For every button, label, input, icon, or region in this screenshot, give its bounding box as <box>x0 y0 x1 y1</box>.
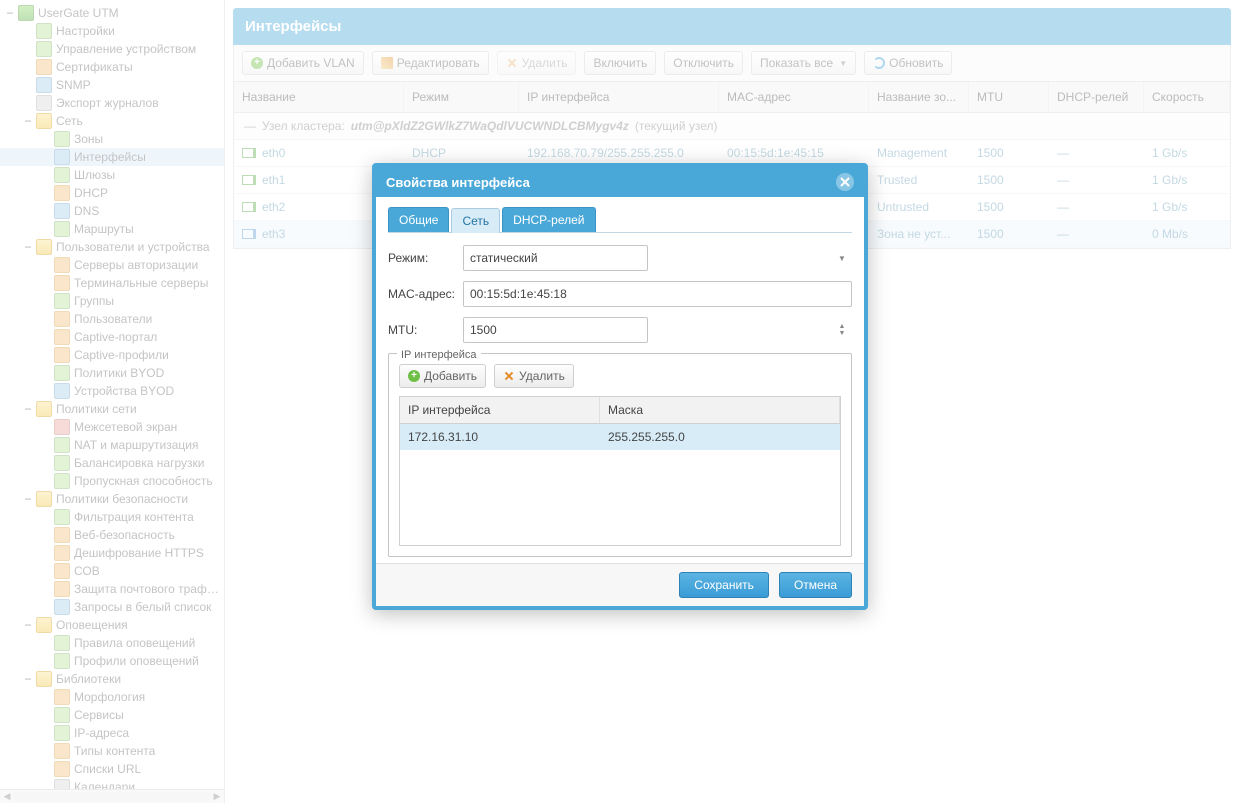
icol-mask[interactable]: Маска <box>600 397 840 423</box>
cancel-button[interactable]: Отмена <box>779 572 852 598</box>
tabbar: Общие Сеть DHCP-релей <box>388 207 852 233</box>
dialog-body: Общие Сеть DHCP-релей Режим: ▼ MAC-адрес… <box>376 197 864 563</box>
tab-network[interactable]: Сеть <box>451 208 500 233</box>
dialog-title: Свойства интерфейса <box>386 175 530 190</box>
chevron-down-icon[interactable]: ▼ <box>833 246 851 270</box>
ip-fieldset: IP интерфейса Добавить Удалить IP интерф… <box>388 353 852 557</box>
fs-delete-button[interactable]: Удалить <box>494 364 574 388</box>
close-icon <box>840 177 850 187</box>
delete-icon <box>503 370 515 382</box>
fs-add-button[interactable]: Добавить <box>399 364 486 388</box>
fs-del-label: Удалить <box>519 369 565 383</box>
tab-general[interactable]: Общие <box>388 207 449 232</box>
tab-dhcp-relay[interactable]: DHCP-релей <box>502 207 595 232</box>
mtu-label: MTU: <box>388 323 463 337</box>
fs-add-label: Добавить <box>424 369 477 383</box>
spinner-down-icon[interactable]: ▼ <box>839 330 846 337</box>
fieldset-legend: IP интерфейса <box>397 349 481 361</box>
mac-input[interactable] <box>463 281 852 307</box>
mask-cell: 255.255.255.0 <box>600 424 840 450</box>
close-button[interactable] <box>836 173 854 191</box>
spinner-up-icon[interactable]: ▲ <box>839 323 846 330</box>
icol-ip[interactable]: IP интерфейса <box>400 397 600 423</box>
ip-grid: IP интерфейса Маска 172.16.31.10 255.255… <box>399 396 841 546</box>
dialog-footer: Сохранить Отмена <box>376 563 864 606</box>
mode-select[interactable] <box>463 245 648 271</box>
mtu-input[interactable] <box>463 317 648 343</box>
save-button[interactable]: Сохранить <box>679 572 769 598</box>
mode-label: Режим: <box>388 251 463 265</box>
mac-label: MAC-адрес: <box>388 287 463 301</box>
spinner-buttons[interactable]: ▲▼ <box>833 318 851 342</box>
ip-row[interactable]: 172.16.31.10 255.255.255.0 <box>400 424 840 450</box>
dialog-header[interactable]: Свойства интерфейса <box>376 167 864 197</box>
plus-icon <box>408 370 420 382</box>
interface-properties-dialog: Свойства интерфейса Общие Сеть DHCP-реле… <box>372 163 868 610</box>
ip-cell: 172.16.31.10 <box>400 424 600 450</box>
